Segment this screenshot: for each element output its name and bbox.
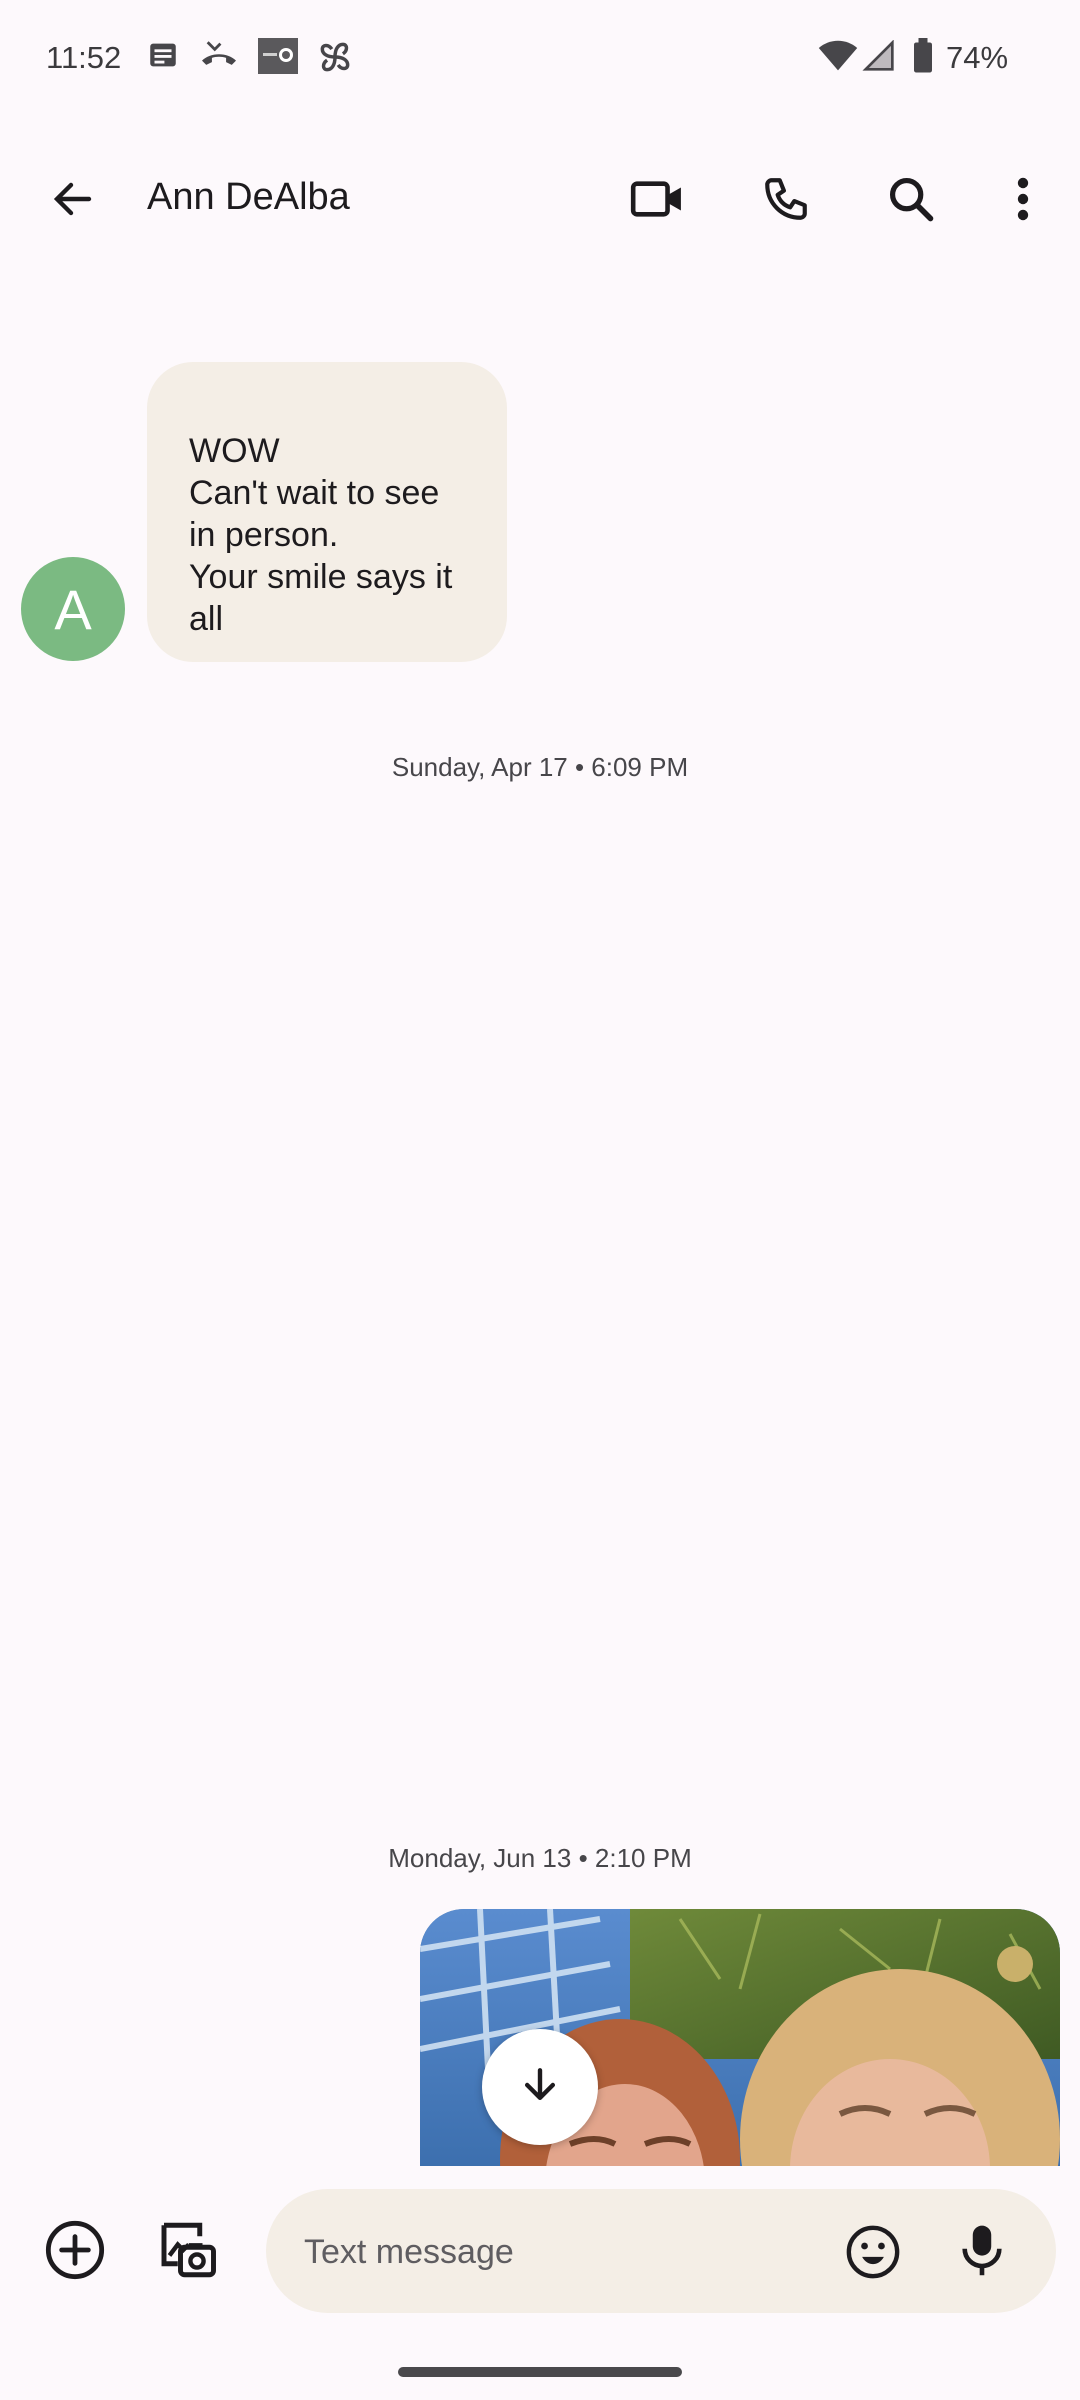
- phone-call-button[interactable]: [738, 153, 834, 249]
- more-options-icon: [1016, 175, 1030, 228]
- message-notification-icon: [146, 38, 180, 77]
- gallery-button[interactable]: [138, 2204, 234, 2300]
- contact-name[interactable]: Ann DeAlba: [147, 176, 350, 219]
- text-message-input[interactable]: [302, 2219, 786, 2285]
- back-arrow-icon: [49, 175, 97, 228]
- wifi-icon: [818, 40, 858, 77]
- search-button[interactable]: [863, 153, 959, 249]
- gesture-navigation-handle[interactable]: [398, 2367, 682, 2377]
- download-button[interactable]: [482, 2029, 598, 2145]
- timestamp-divider: Sunday, Apr 17 • 6:09 PM: [391, 752, 689, 782]
- more-options-button[interactable]: [975, 153, 1071, 249]
- video-call-button[interactable]: [610, 153, 706, 249]
- contact-avatar[interactable]: A: [21, 557, 125, 661]
- message-compose-field[interactable]: [266, 2189, 1056, 2313]
- battery-icon: [912, 38, 934, 79]
- myq-icon: [258, 38, 298, 79]
- download-arrow-icon: [518, 2063, 562, 2112]
- back-button[interactable]: [25, 153, 121, 249]
- emoji-icon[interactable]: [844, 2223, 902, 2286]
- attach-button[interactable]: [27, 2204, 123, 2300]
- missed-call-icon: [198, 38, 240, 77]
- cell-signal-icon: [862, 39, 896, 77]
- status-time: 11:52: [46, 40, 122, 75]
- pinwheel-icon: [316, 38, 354, 81]
- microphone-icon[interactable]: [954, 2221, 1010, 2286]
- gallery-camera-icon: [153, 2217, 219, 2288]
- status-bar: 11:52 74%: [0, 0, 1080, 120]
- timestamp-divider: Monday, Jun 13 • 2:10 PM: [388, 1843, 692, 1873]
- video-call-icon: [629, 178, 687, 225]
- incoming-message-bubble[interactable]: WOW Can't wait to see in person. Your sm…: [147, 362, 507, 662]
- search-icon: [885, 173, 937, 230]
- phone-call-icon: [761, 174, 811, 229]
- add-circle-icon: [43, 2218, 107, 2287]
- battery-percent: 74%: [946, 40, 1009, 75]
